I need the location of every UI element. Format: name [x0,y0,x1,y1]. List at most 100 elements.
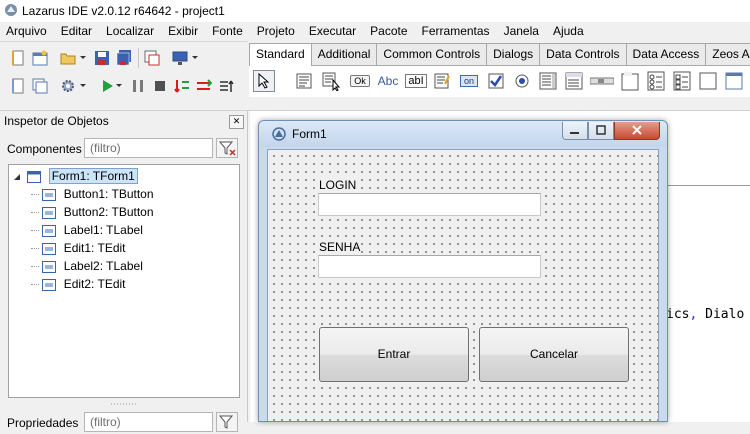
button-component-icon [42,188,57,201]
close-button[interactable] [614,122,660,140]
monitor-dropdown-arrow-icon[interactable] [190,52,200,62]
save-all-icon[interactable] [116,50,132,66]
open-dropdown-arrow-icon[interactable] [78,52,88,62]
tcombobox-icon[interactable] [563,70,585,92]
tab-data-access[interactable]: Data Access [625,43,707,65]
tab-dialogs[interactable]: Dialogs [486,43,541,65]
form-design-surface[interactable]: LOGIN SENHA Entrar Cancelar [267,149,659,421]
form-designer-window[interactable]: Form1 LOGIN SENHA Entrar Cancelar [258,120,668,422]
code-text-ics: ics [666,307,690,322]
step-over-icon[interactable] [196,78,212,94]
menu-janela[interactable]: Janela [497,22,546,41]
ide-title-bar[interactable]: Lazarus IDE v2.0.12 r64642 - project1 [0,0,750,22]
menu-ferramentas[interactable]: Ferramentas [415,22,497,41]
tab-standard[interactable]: Standard [249,43,312,66]
login-label[interactable]: LOGIN [318,178,358,192]
tlabel-icon[interactable]: Abc [375,70,401,92]
code-text-dialo: Dialo [697,307,745,322]
menu-projeto[interactable]: Projeto [250,22,302,41]
edit-component-icon [42,278,57,291]
tpopupmenu-icon[interactable] [321,70,343,92]
pointer-tool-icon[interactable] [253,70,275,92]
ide-window-title: Lazarus IDE v2.0.12 r64642 - project1 [22,4,225,18]
stop-icon[interactable] [152,78,168,94]
monitor-icon[interactable] [172,50,188,66]
view-forms-icon[interactable] [32,78,48,94]
tree-expand-icon[interactable] [13,173,21,181]
new-unit-icon[interactable] [10,50,26,66]
ttogglebox-glyph: on [459,75,478,87]
build-dropdown-arrow-icon[interactable] [78,80,88,90]
tree-label-edit2: Edit2: TEdit [63,277,126,291]
tree-row-label2[interactable]: Label2: TLabel [31,257,143,275]
build-gear-icon[interactable] [60,78,76,94]
tab-zeos-access[interactable]: Zeos Ac [705,43,750,65]
tree-row-edit2[interactable]: Edit2: TEdit [31,275,126,293]
entrar-button[interactable]: Entrar [319,327,469,382]
tbutton-glyph: Ok [350,75,370,87]
tedit-icon[interactable]: abI [403,70,429,92]
open-file-icon[interactable] [60,50,76,66]
toggle-form-unit-icon[interactable] [144,50,160,66]
senha-edit[interactable] [318,255,541,278]
splitter-grip-icon[interactable] [110,402,138,406]
save-icon[interactable] [94,50,110,66]
tbutton-icon[interactable]: Ok [347,70,373,92]
form-component-icon [27,170,42,183]
senha-label[interactable]: SENHA [318,240,362,254]
menu-executar[interactable]: Executar [302,22,363,41]
form-title-bar[interactable]: Form1 [259,121,667,147]
properties-filter-clear-icon[interactable] [216,412,238,432]
menu-ajuda[interactable]: Ajuda [546,22,591,41]
tlabel-glyph: Abc [377,74,399,88]
tgroupbox-icon[interactable] [619,70,641,92]
tab-common-controls[interactable]: Common Controls [376,43,488,65]
inspector-close-icon[interactable]: ✕ [229,115,244,129]
tscrollbar-icon[interactable] [589,70,615,92]
minimize-button[interactable] [562,122,588,140]
label-component-icon [42,224,57,237]
menu-localizar[interactable]: Localizar [99,22,161,41]
tab-data-controls[interactable]: Data Controls [539,43,627,65]
run-dropdown-arrow-icon[interactable] [114,80,124,90]
tab-additional[interactable]: Additional [310,43,378,65]
tradiobutton-icon[interactable] [511,70,533,92]
tree-row-label1[interactable]: Label1: TLabel [31,221,143,239]
step-into-icon[interactable] [174,78,190,94]
menu-exibir[interactable]: Exibir [161,22,205,41]
cancelar-button[interactable]: Cancelar [479,327,629,382]
tree-row-form1[interactable]: Form1: TForm1 [13,167,138,185]
tframe-icon[interactable] [723,70,745,92]
new-form-icon[interactable] [32,50,48,66]
tradiogroup-icon[interactable] [645,70,667,92]
components-filter-clear-icon[interactable] [216,138,238,158]
login-edit[interactable] [318,193,541,216]
tcheckgroup-icon[interactable] [671,70,693,92]
tree-row-button2[interactable]: Button2: TButton [31,203,154,221]
menu-pacote[interactable]: Pacote [363,22,414,41]
tree-label-button1: Button1: TButton [63,187,154,201]
tmainmenu-icon[interactable] [293,70,315,92]
view-units-icon[interactable] [10,78,26,94]
ttogglebox-icon[interactable]: on [457,70,481,92]
menu-editar[interactable]: Editar [54,22,99,41]
tree-row-button1[interactable]: Button1: TButton [31,185,154,203]
object-inspector-title: Inspetor de Objetos [4,114,109,128]
tlistbox-icon[interactable] [537,70,559,92]
tpanel-icon[interactable] [697,70,719,92]
step-out-icon[interactable] [218,78,234,94]
properties-filter-input[interactable]: (filtro) [84,412,213,432]
tcheckbox-icon[interactable] [485,70,507,92]
components-filter-input[interactable]: (filtro) [84,138,213,158]
menu-fonte[interactable]: Fonte [205,22,250,41]
component-tree[interactable]: Form1: TForm1 Button1: TButton Button2: … [8,164,240,398]
menu-arquivo[interactable]: Arquivo [0,22,54,41]
tree-row-edit1[interactable]: Edit1: TEdit [31,239,126,257]
form-window-title: Form1 [292,127,327,141]
speed-button-toolbar [0,41,248,101]
pause-icon[interactable] [130,78,146,94]
lazarus-app-icon [5,4,17,16]
tmemo-icon[interactable] [431,70,453,92]
maximize-button[interactable] [588,122,614,140]
editor-divider-line [666,185,750,186]
